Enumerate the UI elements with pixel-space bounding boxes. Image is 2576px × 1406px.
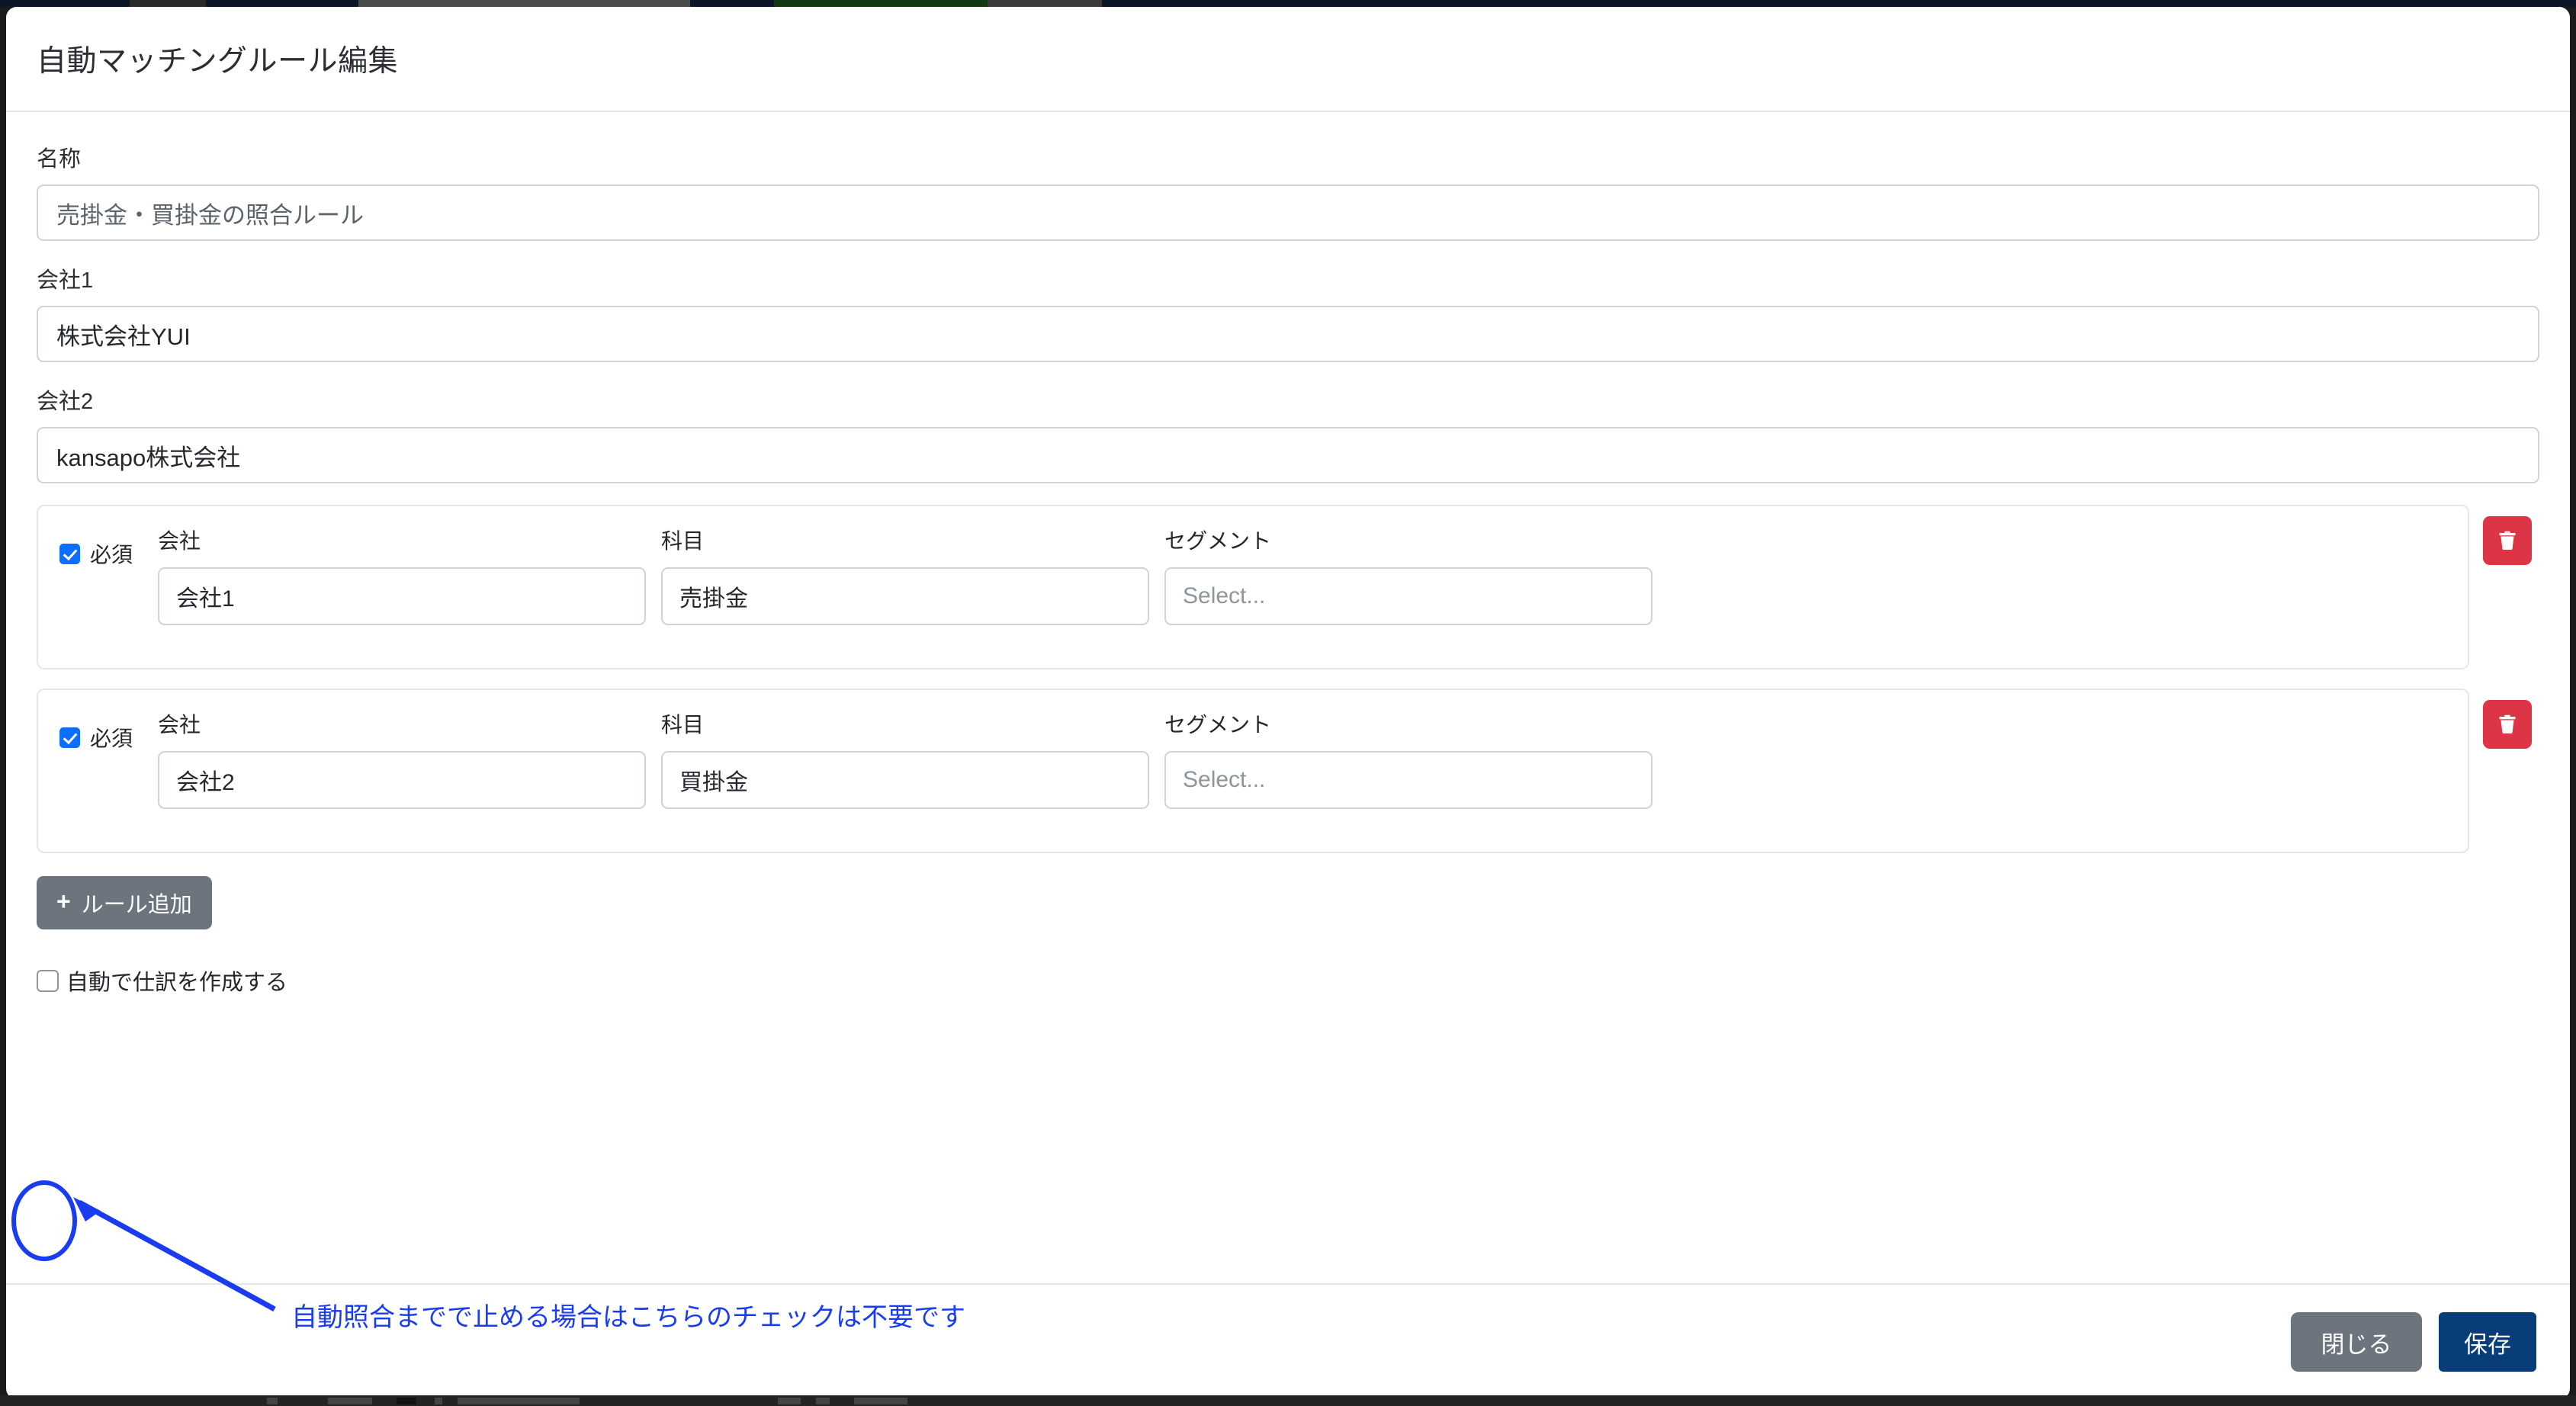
top-chrome-strip: [0, 0, 2576, 7]
rule-required-cell[interactable]: 必須: [38, 708, 149, 753]
rule-segment-select[interactable]: Select...: [1164, 751, 1653, 809]
field-company1-label: 会社1: [37, 268, 94, 293]
add-rule-button[interactable]: + ルール追加: [37, 876, 212, 929]
auto-journal-label: 自動で仕訳を作成する: [66, 971, 288, 995]
rule-company-column: 会社 会社2: [158, 708, 646, 809]
company2-input[interactable]: kansapo株式会社: [37, 427, 2539, 483]
rule-account-column: 科目 売掛金: [661, 525, 1149, 625]
rule-required-label: 必須: [90, 727, 133, 750]
rule-row: 必須 会社 会社1 科目 売掛金 セグメント Select...: [37, 505, 2539, 669]
rule-account-select[interactable]: 買掛金: [661, 751, 1149, 809]
rule-account-label: 科目: [661, 713, 705, 737]
rule-account-column: 科目 買掛金: [661, 708, 1149, 809]
field-name: 名称 売掛金・買掛金の照合ルール: [37, 141, 2539, 241]
trash-icon: [2499, 714, 2516, 734]
rule-segment-label: セグメント: [1164, 529, 1272, 553]
annotation-text: 自動照合までで止める場合はこちらのチェックは不要です: [291, 1303, 965, 1332]
rule-delete-button[interactable]: [2483, 516, 2532, 565]
edit-matching-rule-dialog: 自動マッチングルール編集 名称 売掛金・買掛金の照合ルール 会社1 株式会社YU…: [6, 7, 2570, 1399]
rule-company-select[interactable]: 会社1: [158, 567, 646, 625]
rule-segment-select[interactable]: Select...: [1164, 567, 1653, 625]
auto-journal-checkbox[interactable]: [37, 969, 59, 992]
page-title: 自動マッチングルール編集: [37, 45, 399, 78]
rule-company-column: 会社 会社1: [158, 525, 646, 625]
rule-required-cell[interactable]: 必須: [38, 525, 149, 569]
rule-card: 必須 会社 会社2 科目 買掛金 セグメント Select...: [37, 689, 2469, 853]
company1-input[interactable]: 株式会社YUI: [37, 306, 2539, 362]
auto-journal-row[interactable]: 自動で仕訳を作成する: [37, 965, 287, 997]
plus-icon: +: [56, 888, 71, 915]
rule-required-checkbox[interactable]: [59, 727, 80, 748]
save-button[interactable]: 保存: [2439, 1312, 2536, 1372]
field-company2: 会社2 kansapo株式会社: [37, 384, 2539, 483]
background-page-sliver: [0, 1395, 2576, 1406]
name-input[interactable]: 売掛金・買掛金の照合ルール: [37, 185, 2539, 241]
dialog-header: 自動マッチングルール編集: [6, 7, 2570, 112]
field-company1: 会社1 株式会社YUI: [37, 262, 2539, 362]
rule-account-label: 科目: [661, 529, 705, 553]
rule-company-label: 会社: [158, 713, 201, 737]
field-name-label: 名称: [37, 147, 82, 172]
rule-segment-column: セグメント Select...: [1164, 525, 1653, 625]
rule-row: 必須 会社 会社2 科目 買掛金 セグメント Select...: [37, 689, 2539, 853]
field-company2-label: 会社2: [37, 390, 94, 414]
rule-segment-column: セグメント Select...: [1164, 708, 1653, 809]
rule-required-checkbox[interactable]: [59, 543, 80, 564]
rule-company-label: 会社: [158, 529, 201, 553]
rule-account-select[interactable]: 売掛金: [661, 567, 1149, 625]
add-rule-label: ルール追加: [81, 893, 192, 917]
rule-delete-button[interactable]: [2483, 700, 2532, 749]
trash-icon: [2499, 531, 2516, 551]
screen: 自動マッチングルール編集 名称 売掛金・買掛金の照合ルール 会社1 株式会社YU…: [0, 0, 2576, 1406]
rule-card: 必須 会社 会社1 科目 売掛金 セグメント Select...: [37, 505, 2469, 669]
rule-company-select[interactable]: 会社2: [158, 751, 646, 809]
rule-segment-label: セグメント: [1164, 713, 1272, 737]
rule-required-label: 必須: [90, 543, 133, 567]
dialog-body: 名称 売掛金・買掛金の照合ルール 会社1 株式会社YUI 会社2 kansapo…: [6, 112, 2570, 1276]
close-button[interactable]: 閉じる: [2291, 1312, 2422, 1372]
